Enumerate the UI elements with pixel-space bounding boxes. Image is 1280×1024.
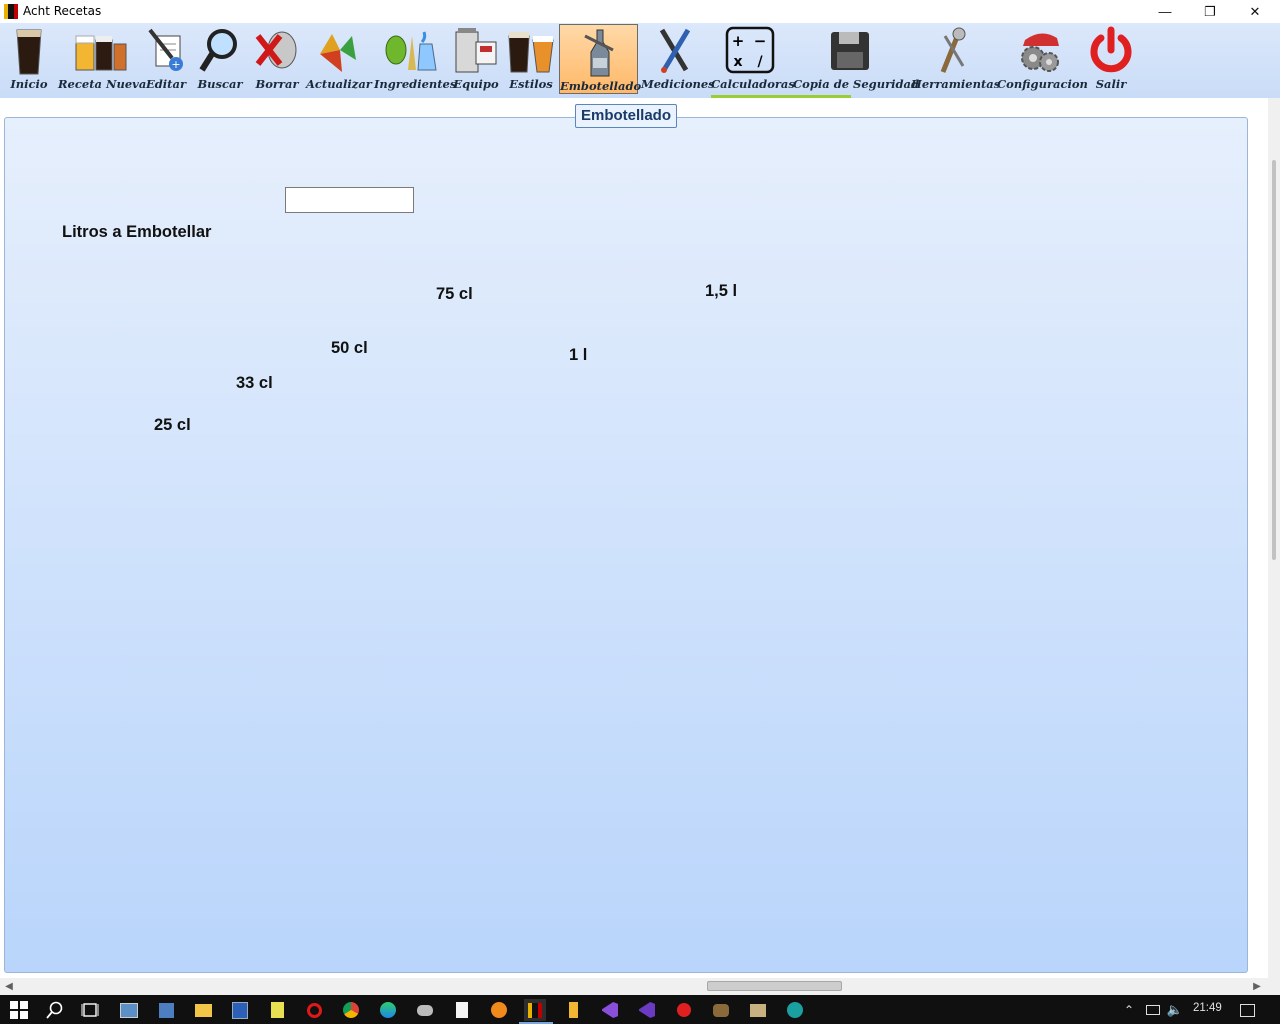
delete-keg-icon [255,31,297,69]
floppy-disk-icon [831,32,869,70]
panel-title: Embotellado [575,104,678,128]
media-player-icon[interactable] [488,999,510,1021]
bottle-label-50cl: 50 cl [331,339,368,357]
svg-text:−: − [754,32,767,50]
hops-grain-icon [385,31,437,71]
gimp-app-icon[interactable] [710,999,732,1021]
main-toolbar: Inicio Receta Nueva + Editar Buscar Borr… [0,23,1280,98]
volume-tray-icon[interactable]: 🔈 [1164,999,1186,1021]
notes-app-icon[interactable] [266,999,288,1021]
toolbar-button-equipo[interactable]: Equipo [452,23,500,95]
toolbar-button-actualizar[interactable]: Actualizar [306,23,372,95]
toolbar-button-inicio[interactable]: Inicio [8,23,50,95]
notifications-icon[interactable] [1236,999,1258,1021]
app-icon [4,4,18,19]
archive-app-icon[interactable] [747,999,769,1021]
liters-label: Litros a Embotellar [62,223,212,241]
beer-app-icon[interactable] [562,999,584,1021]
svg-text:+: + [732,32,745,50]
edge-browser-icon[interactable] [377,999,399,1021]
stout-glass-icon [16,29,42,75]
game-controller-icon[interactable] [414,999,436,1021]
bottling-icon [583,29,614,77]
horizontal-scrollbar-thumb[interactable] [707,981,842,991]
tray-chevron-up-icon[interactable]: ⌃ [1118,999,1140,1021]
start-windows-icon[interactable] [8,999,30,1021]
svg-text:x: x [733,54,742,70]
scroll-left-arrow-icon[interactable]: ◀ [2,978,16,995]
toolbar-button-configuracion[interactable]: Configuracion [997,23,1088,95]
acht-recetas-taskbar-icon[interactable] [524,999,546,1021]
toolbar-button-estilos[interactable]: Estilos [505,23,557,95]
chrome-browser-icon[interactable] [340,999,362,1021]
visual-studio-2-icon[interactable] [636,999,658,1021]
close-button[interactable]: ✕ [1232,0,1278,23]
settings-gears-icon [1021,33,1059,72]
file-explorer-icon[interactable] [192,999,214,1021]
embotellado-panel [4,117,1248,973]
clock-time[interactable]: 21:49 [1193,1002,1222,1014]
vertical-scrollbar-thumb[interactable] [1272,160,1276,560]
measurement-tools-icon [659,28,691,73]
svg-text:+: + [171,58,180,71]
magnifier-icon [199,29,237,72]
tools-icon [940,27,966,73]
document-icon[interactable] [451,999,473,1021]
liters-input[interactable] [285,187,414,213]
svg-text:/: / [757,54,763,70]
photos-app-icon[interactable] [118,999,140,1021]
opera-browser-icon[interactable] [303,999,325,1021]
bottle-label-75cl: 75 cl [436,285,473,303]
toolbar-button-borrar[interactable]: Borrar [254,23,300,95]
arduino-app-icon[interactable] [784,999,806,1021]
bottle-label-33cl: 33 cl [236,374,273,392]
save-app-icon[interactable] [229,999,251,1021]
beer-styles-icon [508,32,554,73]
toolbar-button-mediciones[interactable]: Mediciones [641,23,715,95]
toolbar-button-editar[interactable]: + Editar [145,23,187,95]
minimize-button[interactable]: — [1142,0,1188,23]
toolbar-button-salir[interactable]: Salir [1086,23,1136,95]
network-tray-icon[interactable] [1142,999,1164,1021]
search-icon[interactable] [44,999,66,1021]
refresh-icon [320,34,356,72]
horizontal-scrollbar[interactable]: ◀ ▶ [0,978,1280,995]
power-icon [1090,26,1132,73]
toolbar-button-calculadoras[interactable]: + − x / Calculadoras [711,23,795,95]
brew-equipment-icon [455,28,497,73]
title-bar: Acht Recetas — ❐ ✕ [0,0,1280,23]
visual-studio-icon[interactable] [599,999,621,1021]
task-view-icon[interactable] [79,999,101,1021]
edit-pencil-icon: + [148,28,183,71]
toolbar-button-embotellado[interactable]: Embotellado [559,24,641,94]
bottle-label-1l: 1 l [569,346,588,364]
toolbar-button-receta-nueva[interactable]: Receta Nueva [58,23,146,95]
bottle-label-1-5l: 1,5 l [705,282,738,300]
taskbar: ⌃ 🔈 21:49 [0,995,1280,1024]
restore-button[interactable]: ❐ [1187,0,1233,23]
red-splat-app-icon[interactable] [673,999,695,1021]
toolbar-button-copia-de-seguridad[interactable]: Copia de Seguridad [793,23,919,95]
toolbar-button-herramientas[interactable]: Herramientas [911,23,1000,95]
beer-mugs-icon [75,35,127,71]
calculator-icon: + − x / [725,26,775,74]
network-app-icon[interactable] [155,999,177,1021]
scroll-right-arrow-icon[interactable]: ▶ [1250,978,1264,995]
window-title: Acht Recetas [23,4,102,18]
toolbar-button-buscar[interactable]: Buscar [197,23,243,95]
vertical-scrollbar[interactable] [1268,98,1280,978]
main-content: Embotellado Litros a Embotellar 75 cl 1,… [0,98,1280,978]
bottle-label-25cl: 25 cl [154,416,191,434]
toolbar-button-ingredientes[interactable]: Ingredientes [374,23,456,95]
